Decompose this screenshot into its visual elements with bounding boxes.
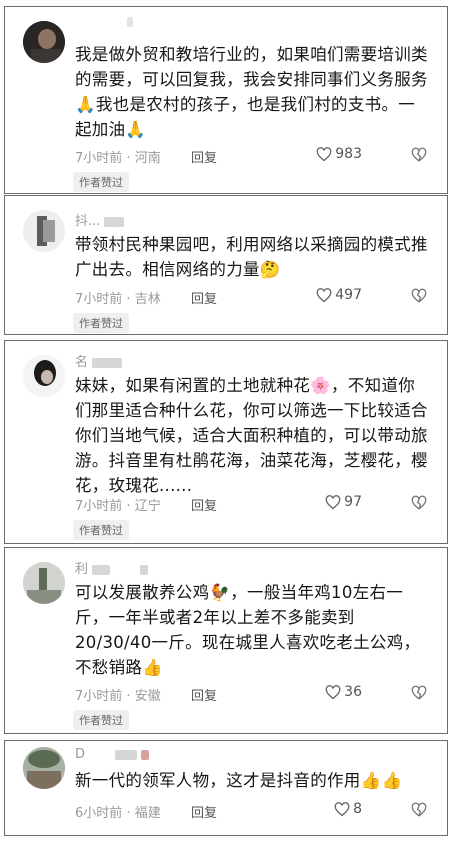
comment-meta: 7小时前 · 河南 [75,151,161,166]
comment-card: D 新一代的领军人物，这才是抖音的作用👍👍 6小时前 · 福建 回复 8 [4,740,448,836]
username[interactable]: 名 [75,351,123,370]
heart-outline-icon [325,684,341,699]
reply-button[interactable]: 回复 [191,802,217,821]
comment-text: 妹妹，如果有闲置的土地就种花🌸，不知道你们那里适合种什么花，你可以筛选一下比较适… [75,376,428,495]
like-count: 497 [335,287,362,303]
like-button[interactable]: 97 [325,494,362,510]
author-liked-badge: 作者赞过 [73,172,129,192]
like-count: 983 [335,146,362,162]
reply-button[interactable]: 回复 [191,495,217,514]
comment-text: 可以发展散养公鸡🐓，一般当年鸡10左右一斤，一年半或者2年以上差不多能卖到20/… [75,583,421,677]
comment-card: 抖... 带领村民种果园吧，利用网络以采摘园的模式推广出去。相信网络的力量🤔 7… [4,195,448,335]
comment-meta: 7小时前 · 安徽 [75,689,161,704]
username[interactable]: 利 [75,558,149,577]
comment-card: 名 妹妹，如果有闲置的土地就种花🌸，不知道你们那里适合种什么花，你可以筛选一下比… [4,340,448,544]
comment-text: 新一代的领军人物，这才是抖音的作用👍👍 [75,771,403,790]
comment-text: 带领村民种果园吧，利用网络以采摘园的模式推广出去。相信网络的力量🤔 [75,235,428,279]
like-button[interactable]: 497 [316,287,362,303]
broken-heart-outline-icon[interactable] [411,802,427,818]
broken-heart-outline-icon[interactable] [411,685,427,701]
heart-outline-icon [316,146,332,161]
reply-button[interactable]: 回复 [191,147,217,166]
like-count: 8 [353,801,362,817]
comment-meta: 7小时前 · 吉林 [75,292,161,307]
username[interactable]: D [75,747,150,762]
avatar-image [23,747,65,789]
heart-outline-icon [316,287,332,302]
comment-meta: 6小时前 · 福建 [75,806,161,821]
avatar-image [23,562,65,604]
broken-heart-outline-icon[interactable] [411,147,427,163]
avatar[interactable] [23,21,65,63]
avatar[interactable] [23,355,65,397]
author-liked-badge: 作者赞过 [73,520,129,540]
avatar[interactable] [23,562,65,604]
like-button[interactable]: 983 [316,146,362,162]
reply-button[interactable]: 回复 [191,288,217,307]
avatar[interactable] [23,747,65,789]
avatar-image [23,21,65,63]
avatar-image [23,355,65,397]
like-count: 97 [344,494,362,510]
comment-text: 我是做外贸和教培行业的，如果咱们需要培训类的需要，可以回复我，我会安排同事们义务… [75,45,428,139]
reply-button[interactable]: 回复 [191,685,217,704]
author-liked-badge: 作者赞过 [73,313,129,333]
heart-outline-icon [325,494,341,509]
like-button[interactable]: 8 [334,801,362,817]
broken-heart-outline-icon[interactable] [411,288,427,304]
username[interactable]: 抖... [75,210,125,229]
broken-heart-outline-icon[interactable] [411,495,427,511]
author-liked-badge: 作者赞过 [73,710,129,730]
comment-meta: 7小时前 · 辽宁 [75,499,161,514]
comment-card: 我是做外贸和教培行业的，如果咱们需要培训类的需要，可以回复我，我会安排同事们义务… [4,6,448,194]
heart-outline-icon [334,801,350,816]
like-button[interactable]: 36 [325,684,362,700]
username[interactable] [75,14,133,29]
like-count: 36 [344,684,362,700]
avatar-image [23,210,65,252]
comment-card: 利 可以发展散养公鸡🐓，一般当年鸡10左右一斤，一年半或者2年以上差不多能卖到2… [4,547,448,734]
avatar[interactable] [23,210,65,252]
